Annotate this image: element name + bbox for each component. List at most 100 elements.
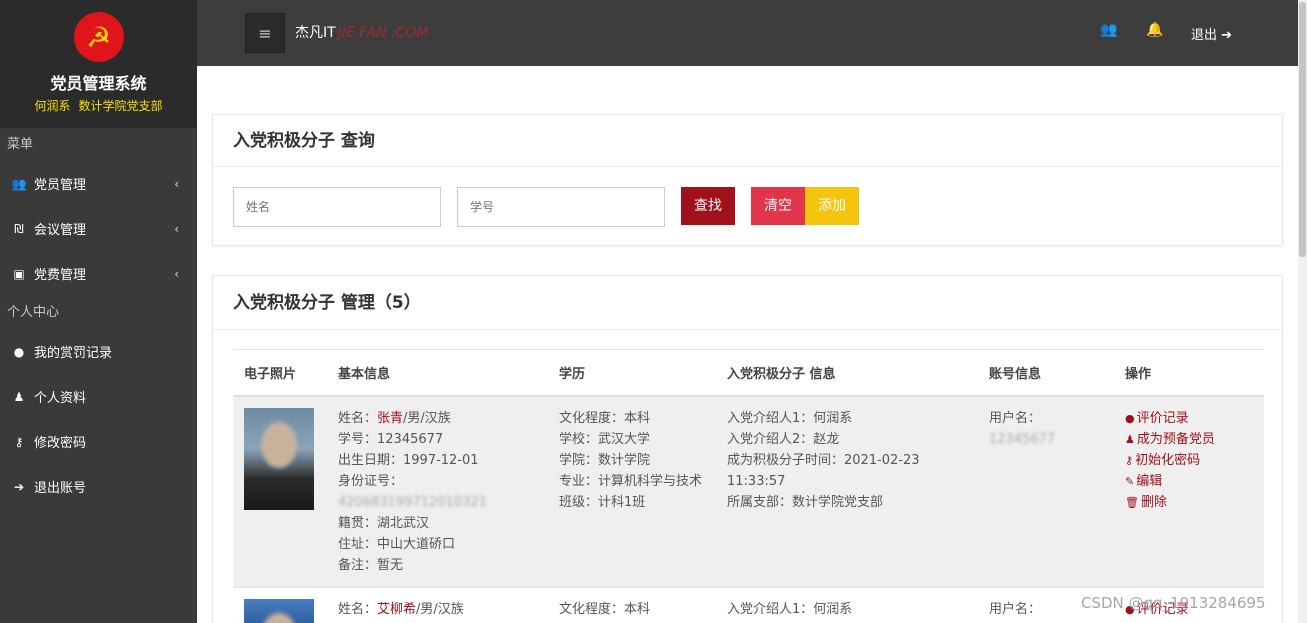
student-id: 学号：12345677 [338, 429, 548, 450]
column-header: 账号信息 [978, 349, 1114, 397]
sidebar-item-label: 党员管理 [34, 178, 87, 193]
member-name: 艾柳希 [377, 601, 417, 617]
activist-info-cell: 入党介绍人1：何润系 入党介绍人2：赵龙 成为积极分子时间：2021-02-23… [716, 395, 978, 588]
chevron-left-icon: ‹ [174, 176, 179, 191]
op-label: 成为预备党员 [1136, 431, 1215, 447]
find-button[interactable]: 查找 [681, 187, 735, 225]
name-line: 姓名：艾柳希/男/汉族 [338, 599, 548, 620]
account-cell: 用户名： 12345677 [978, 395, 1114, 588]
users-icon[interactable]: 👥 [1100, 22, 1117, 38]
member-photo [244, 407, 314, 510]
sidebar-item-rewards[interactable]: ● 我的赏罚记录 [0, 329, 197, 374]
activist-table: 电子照片 基本信息 学历 入党积极分子 信息 账号信息 操作 姓名：张青/男/汉… [233, 349, 1264, 623]
sidebar-item-meeting-management[interactable]: ₪ 会议管理 ‹ [0, 206, 197, 251]
branch: 所属支部：数计学院党支部 [727, 494, 884, 510]
add-button[interactable]: 添加 [805, 187, 859, 225]
column-header: 电子照片 [233, 349, 327, 397]
menu-toggle-button[interactable]: ≡ [245, 13, 285, 53]
logout-label: 退出 [1191, 28, 1218, 43]
op-label: 编辑 [1136, 473, 1163, 489]
student-id-search-input[interactable] [457, 187, 665, 227]
brand-watermark: JIE FAN .COM [337, 25, 429, 41]
sidebar-item-label: 退出账号 [34, 481, 87, 496]
evaluation-record-link[interactable]: ● 评价记录 [1125, 408, 1264, 429]
money-icon: ▣ [13, 266, 25, 281]
introducer-1: 入党介绍人1：何润系 [727, 601, 853, 617]
username-label: 用户名： [989, 410, 1042, 426]
key-icon: ⚷ [1125, 453, 1134, 467]
education-level: 文化程度：本科 [559, 601, 651, 617]
sidebar-item-logout[interactable]: ➔ 退出账号 [0, 464, 197, 509]
meeting-icon: ₪ [14, 221, 24, 236]
party-emblem-icon: ☭ [73, 12, 124, 62]
photo-cell [233, 587, 327, 623]
column-header: 学历 [548, 349, 716, 397]
member-name: 张青 [377, 410, 404, 426]
id-card-number: 420683199712010321 [338, 494, 487, 510]
college: 学院：数计学院 [559, 452, 651, 468]
clear-button[interactable]: 清空 [751, 187, 805, 225]
logout-button[interactable]: 退出 ➔ [1191, 24, 1232, 43]
column-header: 操作 [1114, 349, 1264, 397]
comment-icon: ● [13, 344, 25, 359]
gender-ethnicity: /男/汉族 [416, 601, 464, 617]
major: 专业：计算机科学与技术 [559, 473, 703, 489]
sidebar-item-change-password[interactable]: ⚷ 修改密码 [0, 419, 197, 464]
user-branch: 数计学院党支部 [78, 99, 163, 113]
edit-link[interactable]: ✎ 编辑 [1125, 471, 1264, 492]
section-personal: 个人中心 [0, 296, 197, 329]
activist-time: 成为积极分子时间：2021-02-23 11:33:57 [727, 452, 920, 489]
education-level: 文化程度：本科 [559, 410, 651, 426]
sidebar-header: ☭ 党员管理系统 何润系 数计学院党支部 [0, 0, 197, 128]
sidebar-item-label: 会议管理 [34, 223, 87, 238]
sign-out-icon: ➔ [1221, 28, 1233, 43]
delete-link[interactable]: 🗑 删除 [1125, 492, 1264, 513]
student-id-text: 学号：12345677 [338, 431, 444, 447]
name-search-input[interactable] [233, 187, 441, 227]
reset-password-link[interactable]: ⚷ 初始化密码 [1125, 450, 1264, 471]
table-row: 姓名：张青/男/汉族 学号：12345677 出生日期：1997-12-01 身… [233, 395, 1264, 588]
top-bar: ≡ 杰凡IT JIE FAN .COM 👥 🔔 退出 ➔ [197, 0, 1298, 66]
sidebar-item-label: 党费管理 [34, 268, 87, 283]
section-menu: 菜单 [0, 128, 197, 161]
table-header-row: 电子照片 基本信息 学历 入党积极分子 信息 账号信息 操作 [233, 349, 1264, 397]
basic-info-cell: 姓名：张青/男/汉族 学号：12345677 出生日期：1997-12-01 身… [327, 395, 548, 588]
school: 学校：武汉大学 [559, 431, 651, 447]
sidebar-item-label: 个人资料 [34, 391, 87, 406]
address: 住址：中山大道硚口 [338, 536, 456, 552]
note: 备注：暂无 [338, 557, 404, 573]
make-probationary-link[interactable]: ♟ 成为预备党员 [1125, 429, 1264, 450]
introducer-1: 入党介绍人1：何润系 [727, 410, 853, 426]
bell-icon[interactable]: 🔔 [1146, 22, 1163, 38]
actions-cell: ● 评价记录 ♟ 成为预备党员 ⚷ 初始化密码 ✎ 编辑 🗑 删除 [1114, 395, 1264, 588]
sign-out-icon: ➔ [13, 479, 25, 494]
comment-icon: ● [1125, 411, 1135, 425]
sidebar-item-member-management[interactable]: 👥 党员管理 ‹ [0, 161, 197, 206]
introducer-2: 入党介绍人2：赵龙 [727, 431, 840, 447]
sidebar-item-label: 修改密码 [34, 436, 87, 451]
vertical-scrollbar[interactable] [1298, 0, 1307, 623]
sidebar-item-fee-management[interactable]: ▣ 党费管理 ‹ [0, 251, 197, 296]
photo-cell [233, 395, 327, 588]
system-title: 党员管理系统 [50, 74, 147, 93]
key-icon: ⚷ [14, 434, 24, 449]
management-panel: 入党积极分子 管理（5） 电子照片 基本信息 学历 入党积极分子 信息 账号信息… [212, 275, 1283, 623]
search-panel-title: 入党积极分子 查询 [213, 115, 1282, 167]
origin: 籍贯：湖北武汉 [338, 515, 430, 531]
birth-date: 出生日期：1997-12-01 [338, 452, 479, 468]
class: 班级：计科1班 [559, 494, 646, 510]
chevron-left-icon: ‹ [174, 221, 179, 236]
scrollbar-thumb[interactable] [1299, 2, 1306, 257]
op-label: 删除 [1140, 494, 1167, 510]
sidebar-item-profile[interactable]: ♟ 个人资料 [0, 374, 197, 419]
sidebar: ☭ 党员管理系统 何润系 数计学院党支部 菜单 👥 党员管理 ‹ ₪ 会议管理 ‹… [0, 0, 197, 623]
education-cell: 文化程度：本科 [548, 587, 716, 623]
member-photo [244, 598, 314, 623]
brand: 杰凡IT JIE FAN .COM [295, 22, 428, 42]
hamburger-icon: ≡ [258, 23, 272, 43]
trash-icon: 🗑 [1125, 495, 1139, 509]
activist-info-cell: 入党介绍人1：何润系 [716, 587, 978, 623]
education-cell: 文化程度：本科 学校：武汉大学 学院：数计学院 专业：计算机科学与技术 班级：计… [548, 395, 716, 588]
username: 12345677 [989, 431, 1056, 447]
id-card-label: 身份证号： [338, 473, 404, 489]
